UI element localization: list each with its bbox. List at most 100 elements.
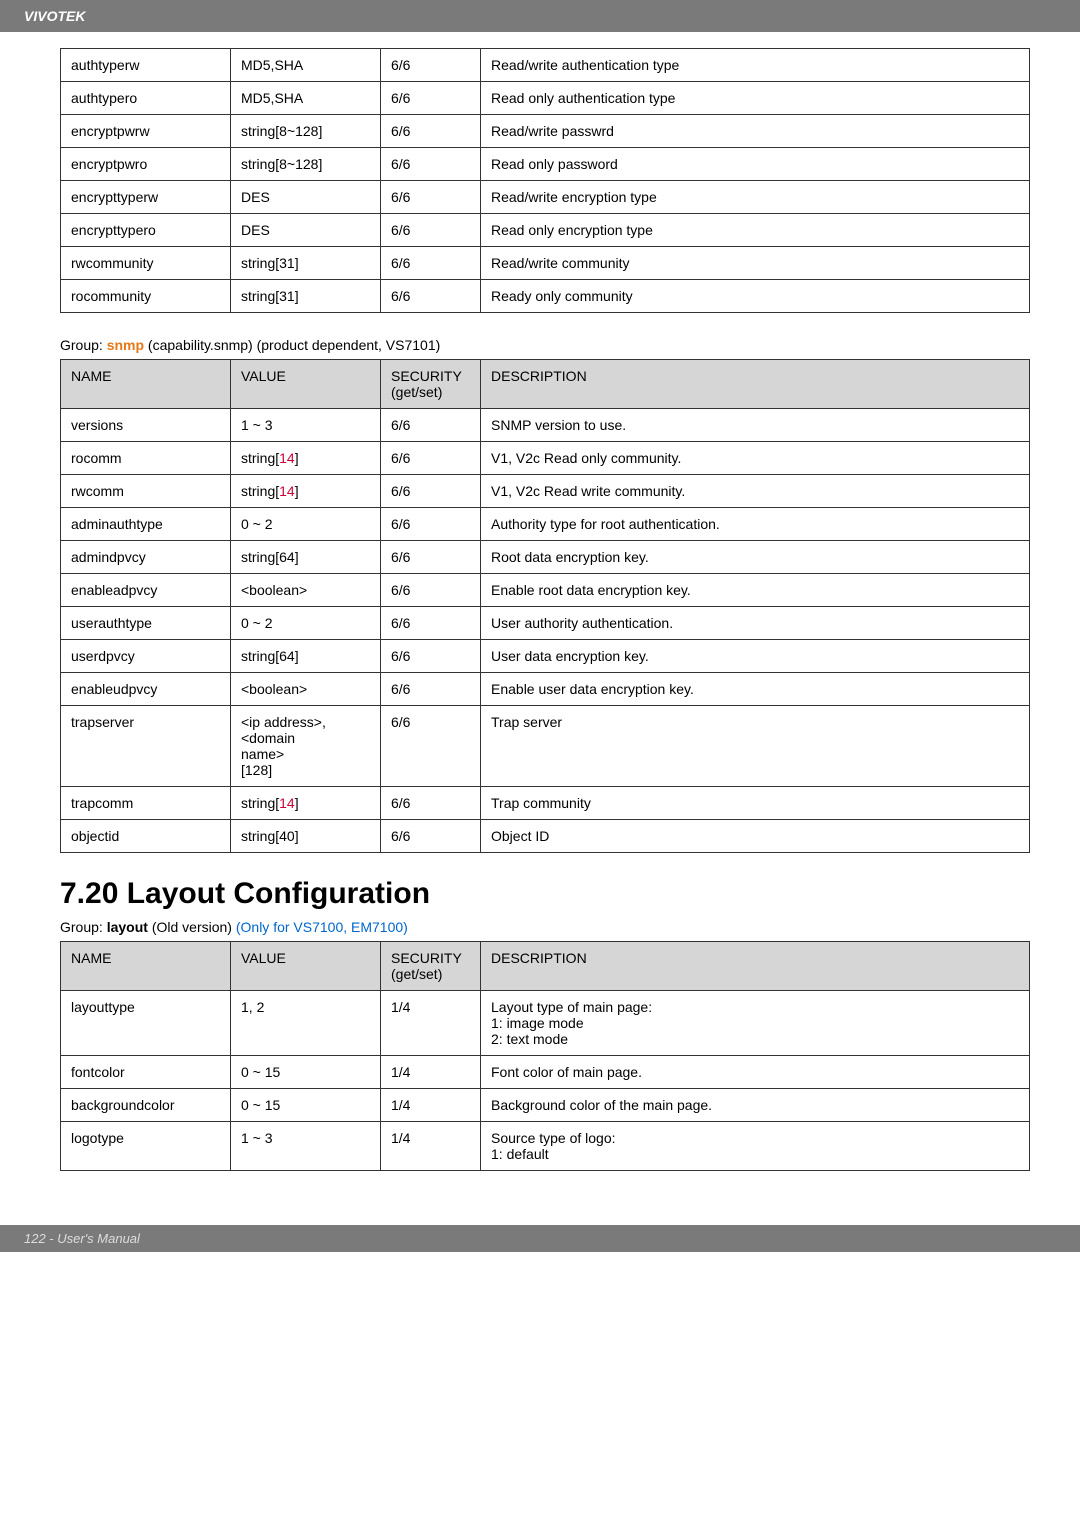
param-desc: Root data encryption key. xyxy=(481,541,1030,574)
table-row: userdpvcystring[64]6/6User data encrypti… xyxy=(61,640,1030,673)
col-sec-header: SECURITY(get/set) xyxy=(381,360,481,409)
param-name: enableadpvcy xyxy=(61,574,231,607)
param-name: encryptpwro xyxy=(61,148,231,181)
param-desc: V1, V2c Read only community. xyxy=(481,442,1030,475)
page-footer: 122 - User's Manual xyxy=(0,1225,1080,1252)
param-desc: Background color of the main page. xyxy=(481,1089,1030,1122)
caption-suffix: (capability.snmp) (product dependent, VS… xyxy=(144,337,440,353)
param-name: fontcolor xyxy=(61,1056,231,1089)
param-value: string[8~128] xyxy=(231,148,381,181)
table-row: encryptpwrostring[8~128]6/6Read only pas… xyxy=(61,148,1030,181)
section-title: 7.20 Layout Configuration xyxy=(60,877,1030,911)
param-desc: Read only encryption type xyxy=(481,214,1030,247)
table-row: logotype1 ~ 31/4Source type of logo:1: d… xyxy=(61,1122,1030,1171)
param-name: logotype xyxy=(61,1122,231,1171)
param-sec: 6/6 xyxy=(381,574,481,607)
param-value: string[31] xyxy=(231,280,381,313)
param-sec: 6/6 xyxy=(381,148,481,181)
table-row: fontcolor0 ~ 151/4Font color of main pag… xyxy=(61,1056,1030,1089)
col-name-header: NAME xyxy=(61,360,231,409)
layout-table: NAME VALUE SECURITY(get/set) DESCRIPTION… xyxy=(60,941,1030,1171)
param-name: rwcomm xyxy=(61,475,231,508)
param-desc: Object ID xyxy=(481,820,1030,853)
param-desc: Read/write authentication type xyxy=(481,49,1030,82)
param-desc: Enable user data encryption key. xyxy=(481,673,1030,706)
param-value: 0 ~ 15 xyxy=(231,1089,381,1122)
param-value: 1 ~ 3 xyxy=(231,409,381,442)
footer-text: 122 - User's Manual xyxy=(24,1231,140,1246)
param-sec: 1/4 xyxy=(381,1089,481,1122)
table-row: backgroundcolor0 ~ 151/4Background color… xyxy=(61,1089,1030,1122)
caption-prefix: Group: xyxy=(60,919,107,935)
table-row: rocommunitystring[31]6/6Ready only commu… xyxy=(61,280,1030,313)
table-header: NAME VALUE SECURITY(get/set) DESCRIPTION xyxy=(61,360,1030,409)
param-sec: 6/6 xyxy=(381,82,481,115)
table-row: authtyperwMD5,SHA6/6Read/write authentic… xyxy=(61,49,1030,82)
param-value: 0 ~ 15 xyxy=(231,1056,381,1089)
param-value: string[14] xyxy=(231,475,381,508)
param-name: adminauthtype xyxy=(61,508,231,541)
caption-note: (Only for VS7100, EM7100) xyxy=(236,919,408,935)
param-value: string[14] xyxy=(231,442,381,475)
param-desc: Layout type of main page:1: image mode2:… xyxy=(481,991,1030,1056)
param-sec: 6/6 xyxy=(381,508,481,541)
caption-prefix: Group: xyxy=(60,337,107,353)
param-value: string[14] xyxy=(231,787,381,820)
table-row: trapserver<ip address>,<domainname>[128]… xyxy=(61,706,1030,787)
param-value: <ip address>,<domainname>[128] xyxy=(231,706,381,787)
layout-caption: Group: layout (Old version) (Only for VS… xyxy=(60,919,1030,935)
param-name: userauthtype xyxy=(61,607,231,640)
col-sec-header: SECURITY(get/set) xyxy=(381,942,481,991)
param-name: admindpvcy xyxy=(61,541,231,574)
param-desc: User data encryption key. xyxy=(481,640,1030,673)
table-row: objectidstring[40]6/6Object ID xyxy=(61,820,1030,853)
param-sec: 6/6 xyxy=(381,115,481,148)
param-name: userdpvcy xyxy=(61,640,231,673)
col-value-header: VALUE xyxy=(231,942,381,991)
param-sec: 6/6 xyxy=(381,607,481,640)
param-name: rwcommunity xyxy=(61,247,231,280)
table-row: admindpvcystring[64]6/6Root data encrypt… xyxy=(61,541,1030,574)
param-value: string[31] xyxy=(231,247,381,280)
param-sec: 6/6 xyxy=(381,820,481,853)
param-sec: 1/4 xyxy=(381,1056,481,1089)
param-name: authtyperw xyxy=(61,49,231,82)
param-name: encrypttyperw xyxy=(61,181,231,214)
param-name: authtypero xyxy=(61,82,231,115)
param-desc: Trap server xyxy=(481,706,1030,787)
table-row: trapcommstring[14]6/6Trap community xyxy=(61,787,1030,820)
brand-header: VIVOTEK xyxy=(0,0,1080,32)
param-value: DES xyxy=(231,181,381,214)
col-name-header: NAME xyxy=(61,942,231,991)
table-header: NAME VALUE SECURITY(get/set) DESCRIPTION xyxy=(61,942,1030,991)
param-name: versions xyxy=(61,409,231,442)
table-row: rwcommunitystring[31]6/6Read/write commu… xyxy=(61,247,1030,280)
param-sec: 6/6 xyxy=(381,673,481,706)
param-sec: 6/6 xyxy=(381,247,481,280)
param-name: trapserver xyxy=(61,706,231,787)
param-sec: 6/6 xyxy=(381,280,481,313)
param-desc: User authority authentication. xyxy=(481,607,1030,640)
table-row: encrypttyperwDES6/6Read/write encryption… xyxy=(61,181,1030,214)
param-value: 0 ~ 2 xyxy=(231,508,381,541)
param-desc: Font color of main page. xyxy=(481,1056,1030,1089)
param-value: <boolean> xyxy=(231,574,381,607)
table-row: versions1 ~ 36/6SNMP version to use. xyxy=(61,409,1030,442)
param-sec: 6/6 xyxy=(381,475,481,508)
param-desc: Read/write encryption type xyxy=(481,181,1030,214)
param-desc: Ready only community xyxy=(481,280,1030,313)
param-sec: 6/6 xyxy=(381,409,481,442)
param-value: string[8~128] xyxy=(231,115,381,148)
group-name: snmp xyxy=(107,337,144,353)
param-value: 1, 2 xyxy=(231,991,381,1056)
param-sec: 1/4 xyxy=(381,991,481,1056)
param-desc: Enable root data encryption key. xyxy=(481,574,1030,607)
param-value: 0 ~ 2 xyxy=(231,607,381,640)
snmp-caption: Group: snmp (capability.snmp) (product d… xyxy=(60,337,1030,353)
snmp-table: NAME VALUE SECURITY(get/set) DESCRIPTION… xyxy=(60,359,1030,853)
param-value: string[64] xyxy=(231,541,381,574)
param-value: <boolean> xyxy=(231,673,381,706)
brand-text: VIVOTEK xyxy=(24,8,85,24)
param-sec: 6/6 xyxy=(381,181,481,214)
col-desc-header: DESCRIPTION xyxy=(481,942,1030,991)
